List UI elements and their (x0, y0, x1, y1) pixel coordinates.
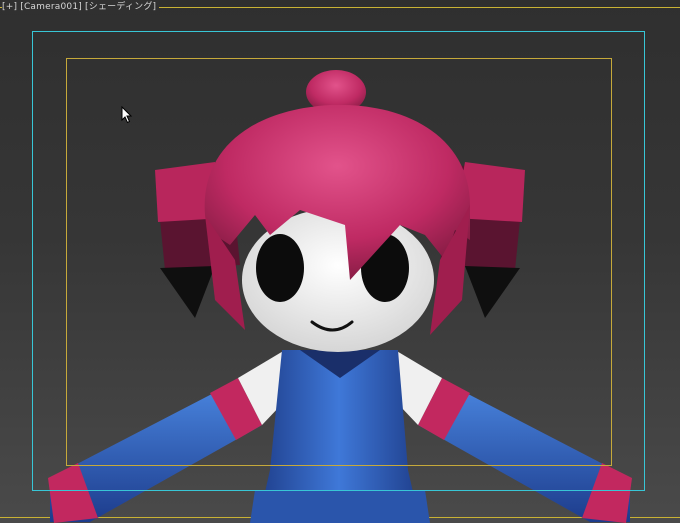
camera-viewport[interactable]: [+] [Camera001] [シェーディング] (0, 0, 680, 523)
viewport-camera-menu[interactable]: [Camera001] (20, 2, 82, 12)
viewport-shading-menu[interactable]: [シェーディング] (85, 2, 156, 12)
safe-frame-inner (66, 58, 612, 466)
viewport-label: [+] [Camera001] [シェーディング] (2, 0, 160, 14)
viewport-general-menu[interactable]: [+] (2, 2, 17, 12)
arrow-cursor-icon (121, 106, 133, 124)
